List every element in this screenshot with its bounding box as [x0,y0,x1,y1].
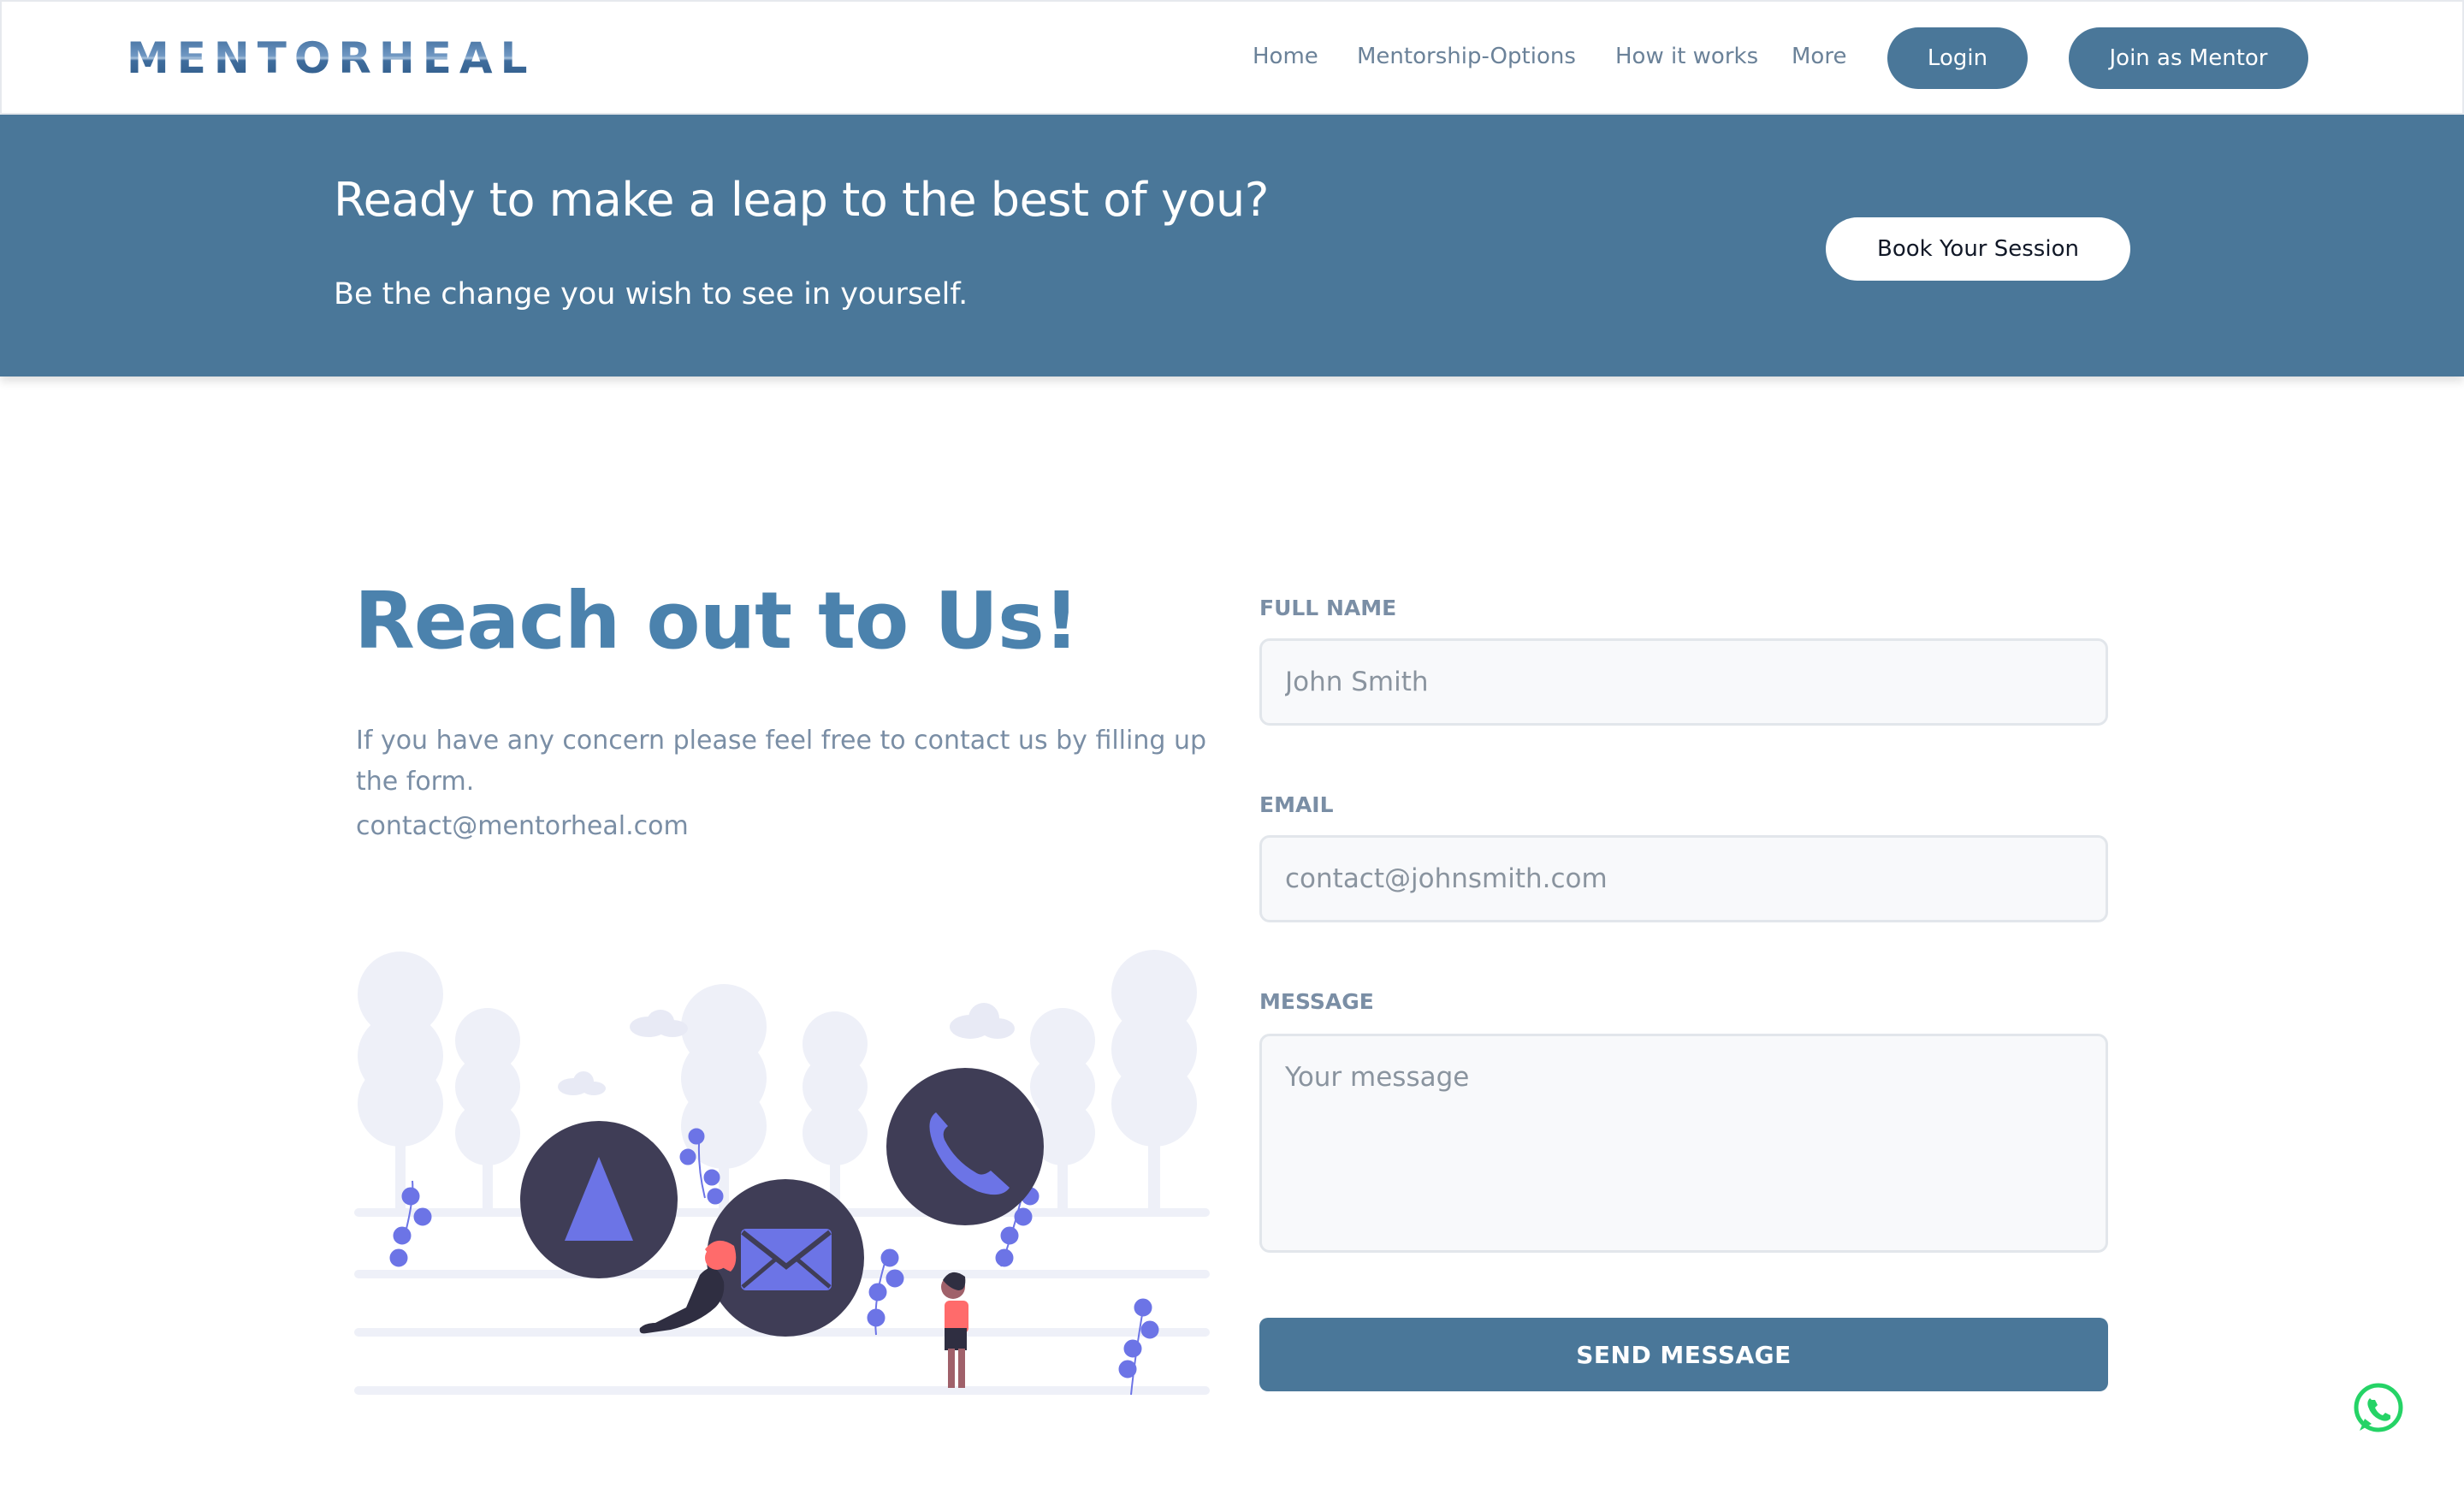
hero-banner: Ready to make a leap to the best of you?… [0,115,2464,376]
full-name-input[interactable] [1259,638,2108,726]
trees [358,950,1197,1215]
contact-illustration [354,950,1210,1396]
top-navbar: MENTORHEAL Home Mentorship-Options How i… [0,0,2464,115]
message-label: MESSAGE [1259,989,1374,1014]
navigation-arrow-icon [520,1121,678,1278]
join-as-mentor-button[interactable]: Join as Mentor [2069,27,2308,89]
message-textarea[interactable] [1259,1034,2108,1253]
phone-icon [886,1068,1044,1225]
send-message-button[interactable]: SEND MESSAGE [1259,1318,2108,1391]
standing-person [941,1272,968,1388]
email-label: EMAIL [1259,792,1334,817]
contact-email[interactable]: contact@mentorheal.com [356,806,689,847]
banner-subtitle: Be the change you wish to see in yoursel… [334,277,968,311]
brand-logo[interactable]: MENTORHEAL [127,34,535,82]
banner-title: Ready to make a leap to the best of you? [334,173,1269,227]
book-session-button[interactable]: Book Your Session [1826,217,2130,281]
nav-link-mentorship-options[interactable]: Mentorship-Options [1357,34,1576,79]
contact-description: If you have any concern please feel free… [356,726,1206,797]
contact-title: Reach out to Us! [354,575,1080,667]
email-input[interactable] [1259,835,2108,922]
nav-link-how-it-works[interactable]: How it works [1615,34,1758,79]
whatsapp-icon[interactable] [2351,1381,2406,1436]
nav-link-more[interactable]: More [1792,34,1846,79]
login-button[interactable]: Login [1887,27,2028,89]
nav-link-home[interactable]: Home [1253,34,1318,79]
full-name-label: FULL NAME [1259,596,1397,620]
